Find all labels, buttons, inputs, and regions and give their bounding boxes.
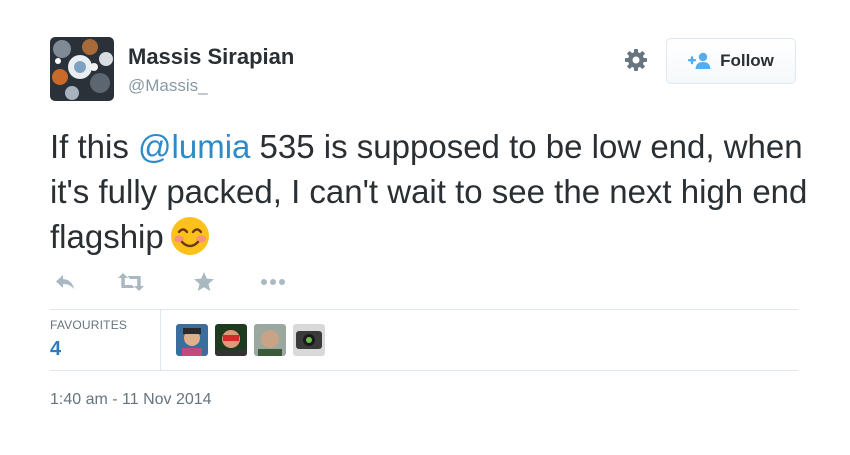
author-handle[interactable]: @Massis_ bbox=[128, 76, 208, 96]
favouriter-avatar[interactable] bbox=[176, 324, 208, 356]
reply-icon[interactable] bbox=[50, 268, 80, 296]
author-name[interactable]: Massis Sirapian bbox=[128, 44, 294, 70]
favouriter-avatar[interactable] bbox=[293, 324, 325, 356]
tweet-card: Massis Sirapian @Massis_ Follow If this … bbox=[0, 0, 850, 455]
retweet-icon[interactable] bbox=[116, 268, 146, 296]
favouriter-avatar[interactable] bbox=[254, 324, 286, 356]
tweet-text-before: If this bbox=[50, 128, 139, 165]
favourites-label: FAVOURITES bbox=[50, 318, 128, 332]
tweet-text: If this @lumia 535 is supposed to be low… bbox=[50, 124, 820, 259]
settings-gear-icon[interactable] bbox=[622, 46, 650, 74]
mention-link[interactable]: @lumia bbox=[138, 128, 250, 165]
favourite-star-icon[interactable] bbox=[189, 268, 219, 296]
tweet-timestamp[interactable]: 1:40 am - 11 Nov 2014 bbox=[50, 391, 212, 409]
more-icon[interactable] bbox=[258, 268, 288, 296]
smiling-face-emoji bbox=[170, 217, 209, 255]
favourites-count[interactable]: 4 bbox=[50, 338, 61, 361]
favouriter-avatar[interactable] bbox=[215, 324, 247, 356]
stats-separator bbox=[160, 310, 161, 370]
follow-button-label: Follow bbox=[720, 51, 774, 70]
stats-bottom-divider bbox=[50, 370, 798, 371]
follow-button[interactable]: Follow bbox=[666, 38, 796, 84]
follow-person-icon bbox=[688, 52, 711, 69]
tweet-stats: FAVOURITES 4 bbox=[50, 310, 798, 370]
author-avatar[interactable] bbox=[50, 37, 114, 101]
